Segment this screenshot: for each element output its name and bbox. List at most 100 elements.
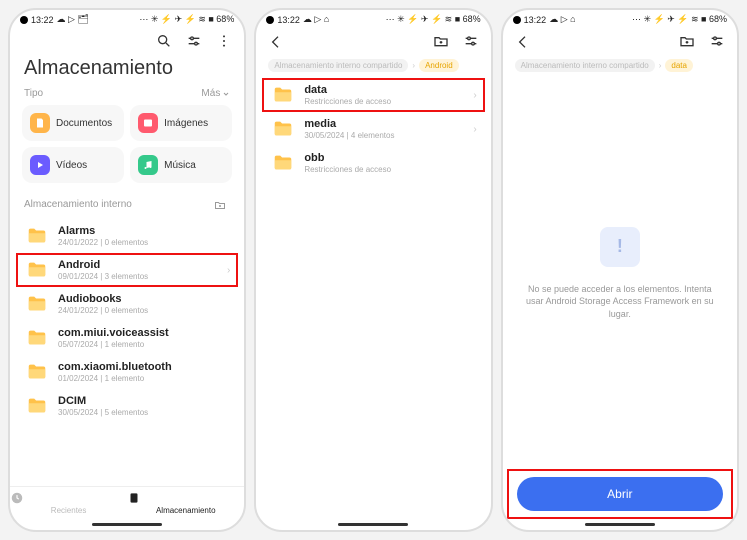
tab-almacenamiento[interactable]: Almacenamiento [127,487,244,521]
breadcrumb: Almacenamiento interno compartido ›data [503,55,737,78]
folder-item[interactable]: com.miui.voiceassist05/07/2024 | 1 eleme… [10,321,244,355]
folder-name: com.miui.voiceassist [58,327,230,339]
breadcrumb-item[interactable]: Android [419,59,459,72]
more-icon[interactable] [216,33,232,49]
category-musica[interactable]: Música [130,147,232,183]
folder-icon [270,152,296,174]
folder-name: media [304,118,465,130]
folder-name: Alarms [58,225,230,237]
add-folder-icon[interactable] [433,33,449,49]
folder-subtitle: Restricciones de acceso [304,97,465,106]
app-bar [256,27,490,55]
phone-screen-3: 13:22 ☁ ▷ ⌂ ⋯ ✳ ⚡ ✈ ⚡ ≋ ■ 68% Almacenami… [501,8,739,532]
tab-recientes[interactable]: Recientes [10,487,127,521]
add-folder-icon[interactable] [214,199,230,215]
clock-icon [10,491,127,505]
home-indicator[interactable] [338,523,408,526]
empty-state-text: No se puede acceder a los elementos. Int… [523,283,717,321]
status-time: 13:22 [31,15,54,25]
chevron-right-icon: › [659,61,662,70]
folder-item[interactable]: Audiobooks24/01/2022 | 0 elementos [10,287,244,321]
open-button[interactable]: Abrir [517,477,723,511]
status-right-icons: ⋯ ✳ ⚡ ✈ ⚡ ≋ ■ 68% [139,14,234,25]
status-time: 13:22 [277,15,300,25]
category-imagenes[interactable]: Imágenes [130,105,232,141]
category-videos[interactable]: Vídeos [22,147,124,183]
folder-icon [24,293,50,315]
folder-name: data [304,84,465,96]
folder-icon [24,361,50,383]
folder-subtitle: 05/07/2024 | 1 elemento [58,340,230,349]
home-indicator[interactable] [92,523,162,526]
folder-item[interactable]: media30/05/2024 | 4 elementos › [256,112,490,146]
folder-icon [24,259,50,281]
status-bar: 13:22 ☁ ▷ ⌂ ⋯ ✳ ⚡ ✈ ⚡ ≋ ■ 68% [256,10,490,27]
folder-subtitle: 24/01/2022 | 0 elementos [58,238,230,247]
folder-icon [270,118,296,140]
status-left-icons: ☁ ▷ ⌂ [549,14,575,25]
bottom-nav: Recientes Almacenamiento [10,486,244,521]
breadcrumb-item[interactable]: Almacenamiento interno compartido [515,59,655,72]
back-icon[interactable] [515,33,531,49]
folder-icon [24,225,50,247]
camera-hole [20,16,28,24]
search-icon[interactable] [156,33,172,49]
folder-item[interactable]: com.xiaomi.bluetooth01/02/2024 | 1 eleme… [10,355,244,389]
filter-icon[interactable] [463,33,479,49]
status-right-icons: ⋯ ✳ ⚡ ✈ ⚡ ≋ ■ 68% [386,14,481,25]
status-bar: 13:22 ☁ ▷ 🗂 ⋯ ✳ ⚡ ✈ ⚡ ≋ ■ 68% [10,10,244,27]
back-icon[interactable] [268,33,284,49]
folder-item[interactable]: Alarms24/01/2022 | 0 elementos [10,219,244,253]
document-icon [30,113,50,133]
folder-name: Audiobooks [58,293,230,305]
chevron-right-icon: › [412,61,415,70]
folder-name: Android [58,259,219,271]
category-documentos[interactable]: Documentos [22,105,124,141]
chevron-right-icon: › [473,124,476,135]
folder-subtitle: 09/01/2024 | 3 elementos [58,272,219,281]
folder-list: dataRestricciones de acceso›media30/05/2… [256,78,490,521]
breadcrumb-item[interactable]: data [665,59,693,72]
folder-name: obb [304,152,476,164]
folder-name: com.xiaomi.bluetooth [58,361,230,373]
status-right-icons: ⋯ ✳ ⚡ ✈ ⚡ ≋ ■ 68% [632,14,727,25]
folder-name: DCIM [58,395,230,407]
folder-item[interactable]: DCIM30/05/2024 | 5 elementos [10,389,244,423]
filter-icon[interactable] [709,33,725,49]
image-icon [138,113,158,133]
chevron-right-icon: › [473,90,476,101]
status-bar: 13:22 ☁ ▷ ⌂ ⋯ ✳ ⚡ ✈ ⚡ ≋ ■ 68% [503,10,737,27]
storage-icon [127,491,244,505]
alert-icon: ! [600,227,640,267]
folder-subtitle: Restricciones de acceso [304,165,476,174]
folder-subtitle: 01/02/2024 | 1 elemento [58,374,230,383]
section-header-storage: Almacenamiento interno [10,191,244,219]
chevron-right-icon: › [227,265,230,276]
breadcrumb-item[interactable]: Almacenamiento interno compartido [268,59,408,72]
camera-hole [266,16,274,24]
status-time: 13:22 [524,15,547,25]
folder-subtitle: 30/05/2024 | 5 elementos [58,408,230,417]
status-left-icons: ☁ ▷ 🗂 [57,14,89,25]
music-icon [138,155,158,175]
folder-icon [270,84,296,106]
folder-item[interactable]: obbRestricciones de acceso [256,146,490,180]
folder-item[interactable]: Android09/01/2024 | 3 elementos › [10,253,244,287]
status-left-icons: ☁ ▷ ⌂ [303,14,329,25]
folder-icon [24,327,50,349]
folder-subtitle: 24/01/2022 | 0 elementos [58,306,230,315]
folder-item[interactable]: dataRestricciones de acceso › [256,78,490,112]
more-types-button[interactable]: Más [201,88,230,99]
add-folder-icon[interactable] [679,33,695,49]
breadcrumb: Almacenamiento interno compartido › Androi… [256,55,490,78]
app-bar [503,27,737,55]
folder-icon [24,395,50,417]
page-title: Almacenamiento [10,55,244,88]
video-icon [30,155,50,175]
filter-icon[interactable] [186,33,202,49]
type-label: Tipo [24,88,43,99]
camera-hole [513,16,521,24]
folder-subtitle: 30/05/2024 | 4 elementos [304,131,465,140]
home-indicator[interactable] [585,523,655,526]
open-button-container: Abrir [503,469,737,521]
